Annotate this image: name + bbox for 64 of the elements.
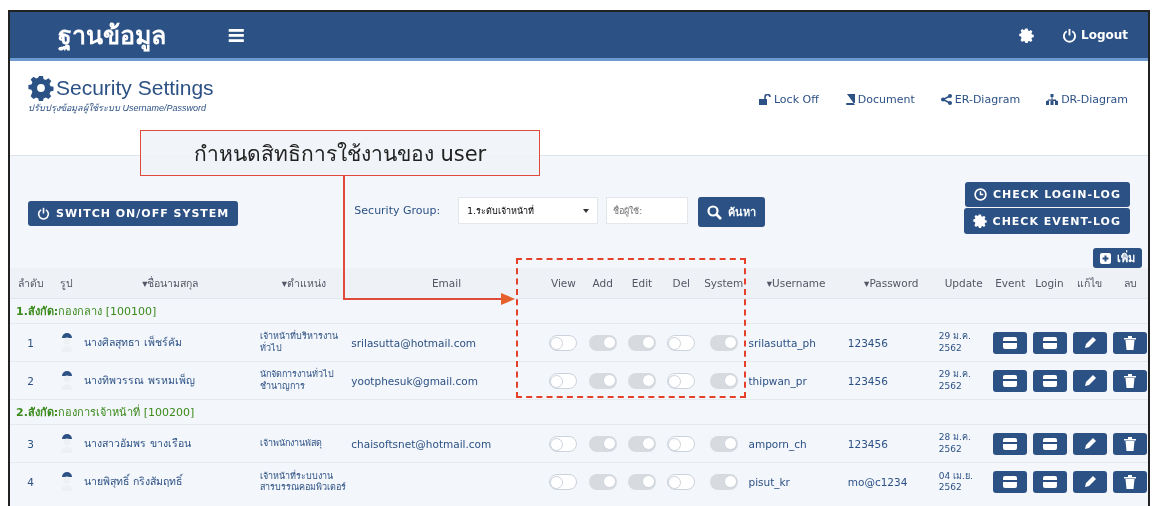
column-header: ▾ชื่อนามสกุล [142,276,199,289]
column-header: ▾Password [864,277,919,289]
column-header: ▾Username [766,277,826,289]
column-header: ▾ตำแหน่ง [281,276,326,289]
header-link[interactable]: Document [844,93,915,106]
column-header: Update [944,277,983,289]
page-title: Security Settings [56,76,214,100]
table-cell: 29 ม.ค. 2562 [938,369,971,391]
row-number: 1 [27,336,35,349]
row-number: 2 [27,374,35,387]
table-cell: thipwan_pr [748,374,807,387]
table-cell: 04 เม.ย. 2562 [938,470,973,492]
table-cell: นักจัดการงานทั่วไปชำนาญการ [260,369,335,391]
column-header: Edit [631,277,653,289]
event-log-button[interactable]: CHECK EVENT-LOG [963,208,1130,234]
table-cell: นางศิลสุทธา เพ็ชร์คัม [84,336,182,348]
menu-button[interactable]: ≡ [226,21,247,49]
table-cell: 123456 [847,374,888,387]
login-log-button[interactable]: CHECK LOGIN-LOG [964,182,1130,207]
logout-button[interactable]: Logout [1062,27,1128,43]
table-cell: เจ้าหน้าที่ระบบงานสารบรรณคอมพิวเตอร์ [260,470,347,492]
row-number: 4 [27,475,35,488]
annotation-callout: กำหนดสิทธิการใช้งานของ user [140,130,540,176]
table-cell: 29 ม.ค. 2562 [938,331,971,353]
security-group-select[interactable]: 1.ระดับเจ้าหน้าที่ [458,197,599,224]
table-cell: 123456 [847,336,888,349]
column-header: ลบ [1123,276,1137,289]
header-link[interactable]: Lock Off [758,93,819,106]
table-cell: 123456 [847,437,888,450]
table-cell: นางทิพวรรณ พรหมเพ็ญ [84,374,195,386]
table-cell: pisut_kr [748,475,790,488]
table-cell: chaisoftsnet@hotmail.com [351,437,492,450]
username-field[interactable]: ชื่อผู้ใช้: [606,197,689,224]
table-cell: mo@c1234 [847,475,908,488]
column-header: System [704,277,744,289]
table-cell: นายพิสุทธิ์ กริงสัมฤทธิ์ [84,475,182,488]
group-heading: 2.สังกัด:กองการเจ้าหน้าที่ [100200] [16,406,195,419]
column-header: Email [431,277,462,289]
table-cell: srilasutta@hotmail.com [351,336,477,349]
switch-system-button[interactable]: SWITCH ON/OFF SYSTEM [28,201,239,226]
column-header: แก้ไข [1077,276,1103,289]
security-group-label: Security Group: [354,204,441,217]
column-header: View [550,277,576,289]
table-cell: เจ้าพนักงานพัสดุ [260,437,323,448]
header-link[interactable]: ER-Diagram [940,93,1021,106]
header-link[interactable]: DR-Diagram [1046,93,1128,106]
table-cell: amporn_ch [748,437,807,450]
row-number: 3 [27,437,35,450]
table-cell: 28 ม.ค. 2562 [938,432,971,454]
column-header: รูป [60,276,74,289]
table-cell: srilasutta_ph [748,336,816,349]
column-header: Add [592,277,613,289]
table-cell: yootphesuk@gmail.com [351,374,478,387]
add-button[interactable]: เพิ่ม [1093,248,1142,268]
group-heading: 1.สังกัด:กองกลาง [100100] [16,305,157,318]
column-header: ลำดับ [17,276,44,289]
search-button[interactable]: ค้นหา [698,197,766,227]
page-subtitle: ปรับปรุงข้อมูลผู้ใช้ระบบ Username/Password [28,102,208,115]
column-header: Del [672,277,691,289]
table-cell: นางสาวอัมพร ขางเรือน [84,437,191,449]
column-header: Event [995,277,1026,289]
column-header: Login [1035,277,1064,289]
brand-title[interactable]: ฐานข้อมูล [58,15,166,55]
table-cell: เจ้าหน้าที่บริหารงานทั่วไป [260,331,339,353]
